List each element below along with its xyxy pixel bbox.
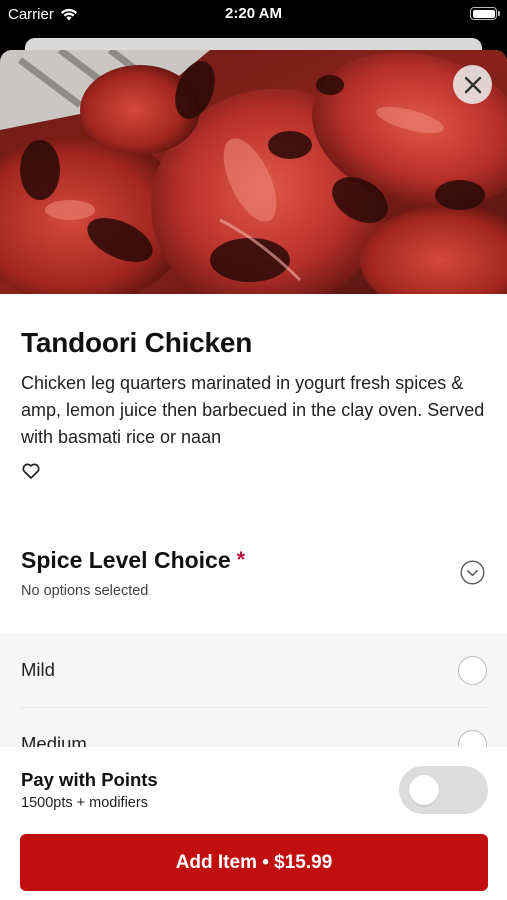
pay-with-points-title: Pay with Points	[21, 769, 158, 790]
status-bar: Carrier 2:20 AM	[0, 0, 507, 30]
close-button[interactable]	[453, 65, 492, 104]
battery-icon	[470, 7, 500, 20]
close-icon	[464, 76, 481, 93]
item-detail-sheet: Tandoori Chicken Chicken leg quarters ma…	[0, 50, 507, 900]
option-label: Mild	[21, 659, 55, 680]
item-title: Tandoori Chicken	[21, 327, 253, 358]
modifier-group-label: Spice Level Choice	[21, 547, 231, 573]
modifier-group-status: No options selected	[21, 583, 149, 599]
heart-icon[interactable]	[21, 461, 41, 481]
checkout-panel: Pay with Points 1500pts + modifiers Add …	[0, 747, 507, 900]
points-cost: 1500pts + modifiers	[21, 795, 148, 811]
option-row-mild[interactable]: Mild	[21, 634, 487, 706]
clock: 2:20 AM	[225, 5, 282, 22]
chevron-down-icon[interactable]	[460, 560, 485, 585]
add-item-label: Add Item • $15.99	[175, 851, 333, 873]
item-description: Chicken leg quarters marinated in yogurt…	[21, 373, 485, 447]
required-indicator: *	[236, 547, 246, 572]
food-photo	[0, 50, 507, 294]
add-item-button[interactable]: Add Item • $15.99	[20, 834, 488, 891]
radio-button[interactable]	[458, 656, 487, 685]
pay-with-points-toggle[interactable]	[399, 766, 488, 814]
modifier-group-title: Spice Level Choice *	[21, 547, 245, 574]
toggle-knob	[409, 775, 439, 805]
